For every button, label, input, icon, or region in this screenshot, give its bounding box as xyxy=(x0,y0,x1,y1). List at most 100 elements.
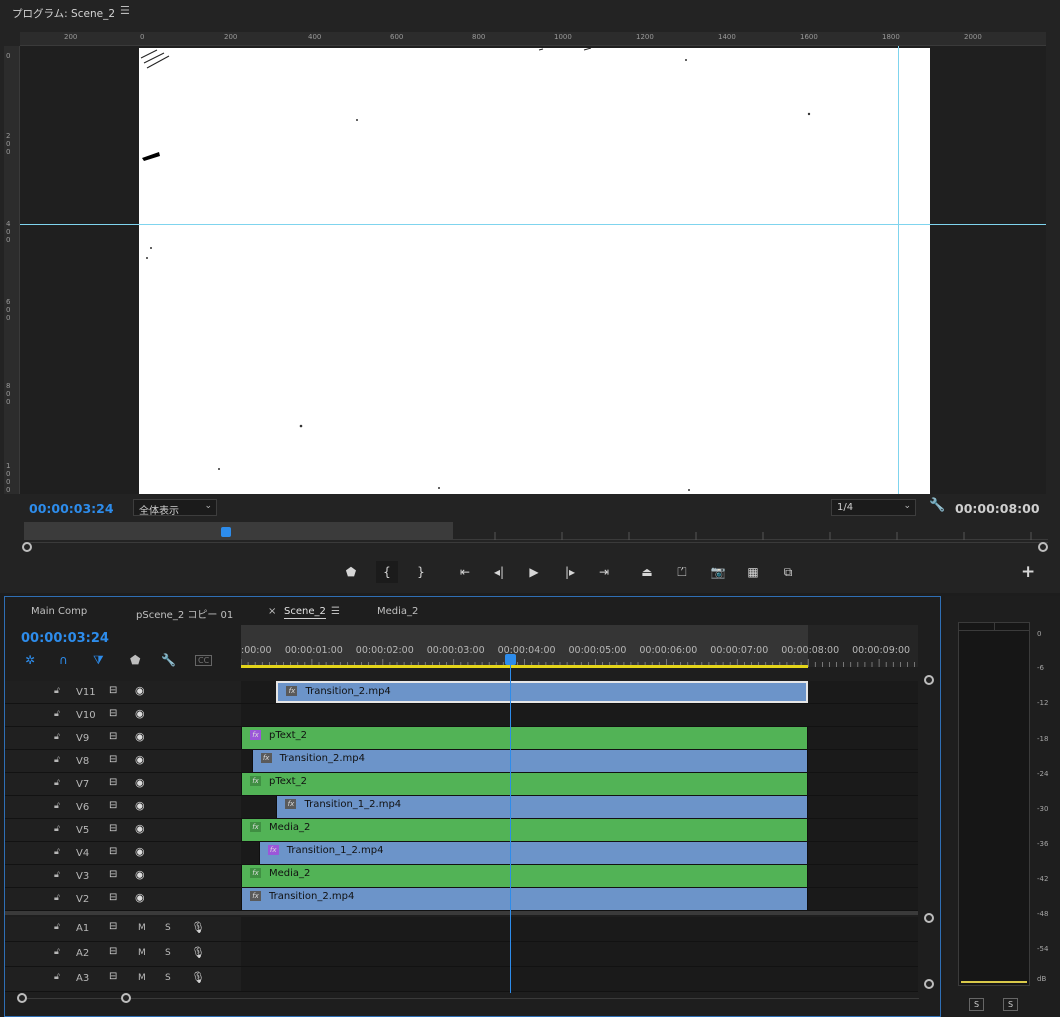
track-name[interactable]: V10 xyxy=(76,710,96,721)
timeline-clip[interactable]: fx Transition_1_2.mp4 xyxy=(276,796,809,818)
add-marker-icon[interactable]: ⬟ xyxy=(130,653,140,667)
track-row-v10[interactable] xyxy=(241,704,918,727)
sync-lock-icon[interactable]: ⊟ xyxy=(109,731,117,742)
video-audio-divider[interactable] xyxy=(5,911,918,915)
monitor-zoom-scrollbar[interactable] xyxy=(22,542,1048,552)
tab-media-2[interactable]: Media_2 xyxy=(377,606,418,617)
go-to-in-icon[interactable]: ⇤ xyxy=(454,561,476,583)
sync-lock-icon[interactable]: ⊟ xyxy=(109,777,117,788)
track-name[interactable]: V8 xyxy=(76,756,89,767)
track-row-v7[interactable]: fx pText_2 xyxy=(241,773,918,796)
lock-icon[interactable]: 🔓︎ xyxy=(54,870,60,880)
lock-icon[interactable]: 🔓︎ xyxy=(54,732,60,742)
eye-icon[interactable]: ◉ xyxy=(135,730,145,743)
lock-icon[interactable]: 🔓︎ xyxy=(54,709,60,719)
timeline-clip[interactable]: fx pText_2 xyxy=(241,727,809,749)
lock-icon[interactable]: 🔓︎ xyxy=(54,893,60,903)
eye-icon[interactable]: ◉ xyxy=(135,868,145,881)
track-name[interactable]: V2 xyxy=(76,894,89,905)
timeline-clip[interactable]: fx Transition_1_2.mp4 xyxy=(258,842,809,864)
go-to-out-icon[interactable]: ⇥ xyxy=(593,561,615,583)
track-name[interactable]: A2 xyxy=(76,948,89,959)
lock-icon[interactable]: 🔓︎ xyxy=(54,686,60,696)
mark-out-icon[interactable]: } xyxy=(410,561,432,583)
proxy-icon[interactable]: ⧉ xyxy=(777,561,799,583)
solo-button[interactable]: S xyxy=(165,973,171,983)
timeline-clip[interactable]: fx pText_2 xyxy=(241,773,809,795)
microphone-icon[interactable]: 🎙︎ xyxy=(191,946,205,959)
track-header-a1[interactable]: 🔓︎ A1 ⊟ M S 🎙︎ xyxy=(5,917,241,942)
comparison-view-icon[interactable]: ▦ xyxy=(742,561,764,583)
solo-left-button[interactable]: S xyxy=(969,998,984,1011)
scroll-handle-left[interactable] xyxy=(22,542,32,552)
tab-main-comp[interactable]: Main Comp xyxy=(31,606,87,617)
microphone-icon[interactable]: 🎙︎ xyxy=(191,971,205,984)
track-name[interactable]: V4 xyxy=(76,848,89,859)
timeline-clip[interactable]: fx Media_2 xyxy=(241,865,809,887)
vertical-scrollbar[interactable] xyxy=(924,675,934,995)
tab-close-icon[interactable]: × xyxy=(268,606,276,617)
timeline-clip[interactable]: fx Media_2 xyxy=(241,819,809,841)
track-row-a1[interactable] xyxy=(241,917,918,942)
monitor-playhead[interactable] xyxy=(221,527,231,537)
sync-lock-icon[interactable]: ⊟ xyxy=(109,869,117,880)
track-row-v5[interactable]: fx Media_2 xyxy=(241,819,918,842)
fx-badge-icon[interactable]: fx xyxy=(260,753,272,763)
export-frame-icon[interactable]: 📷 xyxy=(707,561,729,583)
lock-icon[interactable]: 🔓︎ xyxy=(54,972,60,982)
playhead-timecode[interactable]: 00:00:03:24 xyxy=(29,501,114,516)
track-header-v9[interactable]: 🔓︎ V9 ⊟ ◉ xyxy=(5,727,241,750)
eye-icon[interactable]: ◉ xyxy=(135,845,145,858)
zoom-fit-select[interactable]: 全体表示 ⌄ xyxy=(133,499,217,517)
sync-lock-icon[interactable]: ⊟ xyxy=(109,685,117,696)
track-name[interactable]: V5 xyxy=(76,825,89,836)
track-row-v6[interactable]: fx Transition_1_2.mp4 xyxy=(241,796,918,819)
lock-icon[interactable]: 🔓︎ xyxy=(54,824,60,834)
mute-button[interactable]: M xyxy=(138,973,146,983)
track-name[interactable]: V11 xyxy=(76,687,96,698)
track-header-v7[interactable]: 🔓︎ V7 ⊟ ◉ xyxy=(5,773,241,796)
lock-icon[interactable]: 🔓︎ xyxy=(54,801,60,811)
marker-icon[interactable]: ⬟ xyxy=(340,561,362,583)
sync-lock-icon[interactable]: ⊟ xyxy=(109,846,117,857)
playback-resolution-select[interactable]: 1/4 ⌄ xyxy=(831,499,916,516)
video-frame[interactable] xyxy=(139,48,930,494)
sync-lock-icon[interactable]: ⊟ xyxy=(109,921,117,932)
fx-badge-icon[interactable]: fx xyxy=(250,822,261,832)
eye-icon[interactable]: ◉ xyxy=(135,776,145,789)
track-header-v5[interactable]: 🔓︎ V5 ⊟ ◉ xyxy=(5,819,241,842)
vertical-guide[interactable] xyxy=(898,46,899,494)
track-header-v2[interactable]: 🔓︎ V2 ⊟ ◉ xyxy=(5,888,241,911)
sync-lock-icon[interactable]: ⊟ xyxy=(109,946,117,957)
track-header-a3[interactable]: 🔓︎ A3 ⊟ M S 🎙︎ xyxy=(5,967,241,992)
captions-icon[interactable]: CC xyxy=(195,655,213,666)
sync-lock-icon[interactable]: ⊟ xyxy=(109,800,117,811)
fx-badge-icon[interactable]: fx xyxy=(286,686,298,696)
track-name[interactable]: V9 xyxy=(76,733,89,744)
solo-button[interactable]: S xyxy=(165,923,171,933)
settings-wrench-icon[interactable]: 🔧 xyxy=(929,498,945,513)
eye-icon[interactable]: ◉ xyxy=(135,799,145,812)
track-name[interactable]: V7 xyxy=(76,779,89,790)
track-row-v4[interactable]: fx Transition_1_2.mp4 xyxy=(241,842,918,865)
tab-menu-icon[interactable]: ☰ xyxy=(331,606,340,617)
track-row-a3[interactable] xyxy=(241,967,918,992)
vscroll-handle-top[interactable] xyxy=(924,675,934,685)
step-back-icon[interactable]: ◂| xyxy=(488,561,510,583)
eye-icon[interactable]: ◉ xyxy=(135,753,145,766)
lock-icon[interactable]: 🔓︎ xyxy=(54,922,60,932)
tab-pscene-copy[interactable]: pScene_2 コピー 01 xyxy=(136,606,233,621)
timeline-clip[interactable]: fx Transition_2.mp4 xyxy=(251,750,809,772)
solo-button[interactable]: S xyxy=(165,948,171,958)
vscroll-handle-mid[interactable] xyxy=(924,913,934,923)
sync-lock-icon[interactable]: ⊟ xyxy=(109,892,117,903)
hscroll-handle-right[interactable] xyxy=(121,993,131,1003)
eye-icon[interactable]: ◉ xyxy=(135,707,145,720)
lock-icon[interactable]: 🔓︎ xyxy=(54,947,60,957)
eye-icon[interactable]: ◉ xyxy=(135,891,145,904)
fx-badge-icon[interactable]: fx xyxy=(285,799,297,809)
lock-icon[interactable]: 🔓︎ xyxy=(54,755,60,765)
panel-menu-icon[interactable]: ☰ xyxy=(120,4,130,17)
timeline-playhead[interactable] xyxy=(505,654,517,665)
tab-scene-2[interactable]: Scene_2 xyxy=(284,606,326,619)
